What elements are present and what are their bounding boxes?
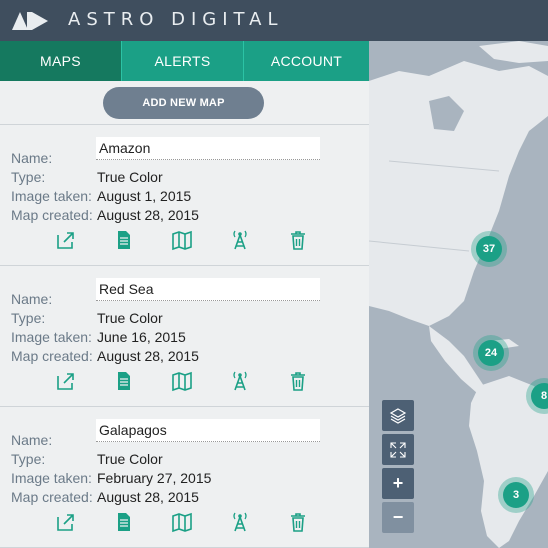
cluster-count: 37 [476, 236, 502, 262]
map-type: True Color [97, 169, 163, 185]
antenna-icon[interactable] [229, 511, 251, 533]
map-card: Name: Type: True Color Image taken: August… [0, 125, 369, 266]
maps-panel: ADD NEW MAP Name: Type: True Color Image … [0, 81, 369, 548]
document-icon[interactable] [113, 511, 135, 533]
card-actions [55, 229, 345, 251]
tab-account[interactable]: ACCOUNT [243, 41, 369, 81]
map-cluster[interactable]: 37 [471, 231, 507, 267]
image-taken-label: Image taken: [11, 329, 92, 345]
open-external-icon[interactable] [55, 370, 77, 392]
tab-alerts[interactable]: ALERTS [121, 41, 243, 81]
cluster-count: 8 [531, 383, 548, 409]
open-external-icon[interactable] [55, 511, 77, 533]
zoom-in-button[interactable]: + [382, 468, 414, 499]
expand-icon [390, 441, 406, 458]
layers-icon [389, 407, 407, 424]
image-taken-label: Image taken: [11, 188, 92, 204]
trash-icon[interactable] [287, 229, 309, 251]
cluster-count: 3 [503, 482, 529, 508]
map-icon[interactable] [171, 229, 193, 251]
map-icon[interactable] [171, 511, 193, 533]
main-tabs: MAPS ALERTS ACCOUNT [0, 41, 369, 81]
image-taken-value: August 1, 2015 [97, 188, 192, 204]
trash-icon[interactable] [287, 370, 309, 392]
map-cluster[interactable]: 3 [498, 477, 534, 513]
image-taken-value: June 16, 2015 [97, 329, 186, 345]
map-type: True Color [97, 310, 163, 326]
trash-icon[interactable] [287, 511, 309, 533]
card-actions [55, 511, 345, 533]
open-external-icon[interactable] [55, 229, 77, 251]
antenna-icon[interactable] [229, 370, 251, 392]
map-created-label: Map created: [11, 207, 93, 223]
add-new-map-button[interactable]: ADD NEW MAP [103, 87, 264, 119]
layers-button[interactable] [382, 400, 414, 431]
type-label: Type: [11, 310, 46, 326]
fullscreen-button[interactable] [382, 434, 414, 465]
map-created-value: August 28, 2015 [97, 489, 199, 505]
map-card: Name: Type: True Color Image taken: Februa… [0, 407, 369, 548]
tab-maps[interactable]: MAPS [0, 41, 121, 81]
map-type: True Color [97, 451, 163, 467]
name-label: Name: [11, 432, 53, 448]
app-header: ASTRO DIGITAL [0, 0, 548, 41]
zoom-out-button[interactable]: − [382, 502, 414, 533]
image-taken-value: February 27, 2015 [97, 470, 212, 486]
add-map-row: ADD NEW MAP [0, 81, 369, 125]
name-label: Name: [11, 291, 53, 307]
map-card: Name: Type: True Color Image taken: June 1… [0, 266, 369, 407]
app-title: ASTRO DIGITAL [68, 9, 284, 30]
type-label: Type: [11, 451, 46, 467]
map-cluster[interactable]: 24 [473, 335, 509, 371]
type-label: Type: [11, 169, 46, 185]
document-icon[interactable] [113, 370, 135, 392]
map-created-value: August 28, 2015 [97, 207, 199, 223]
map-created-label: Map created: [11, 489, 93, 505]
cluster-count: 24 [478, 340, 504, 366]
card-actions [55, 370, 345, 392]
document-icon[interactable] [113, 229, 135, 251]
antenna-icon[interactable] [229, 229, 251, 251]
map-created-value: August 28, 2015 [97, 348, 199, 364]
name-label: Name: [11, 150, 53, 166]
image-taken-label: Image taken: [11, 470, 92, 486]
astro-digital-logo-icon [12, 12, 48, 30]
map-created-label: Map created: [11, 348, 93, 364]
map-icon[interactable] [171, 370, 193, 392]
